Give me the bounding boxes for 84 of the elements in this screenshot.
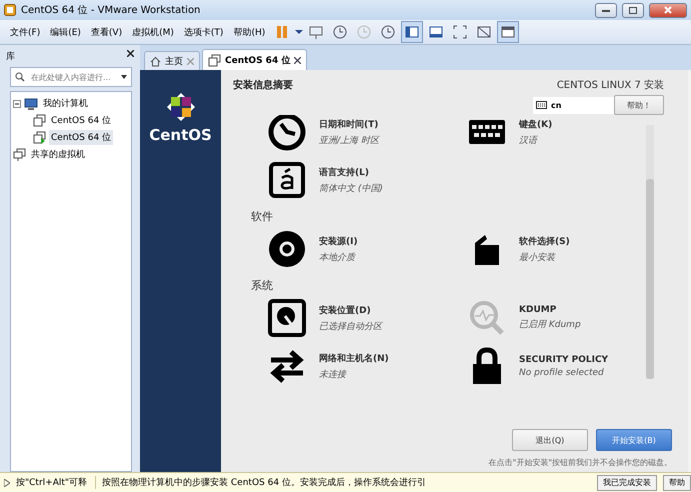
product-title: CENTOS LINUX 7 安装 <box>556 78 664 92</box>
install-message: 按照在物理计算机中的步骤安装 CentOS 64 位。安装完成后，操作系统会进行引 <box>102 476 427 489</box>
keyboard-icon <box>536 101 547 109</box>
virtual-machine-icon <box>208 54 221 66</box>
spoke-item[interactable]: 软件选择(S) 最小安装 <box>451 228 631 270</box>
app-icon <box>4 4 16 16</box>
tab[interactable]: 主页 <box>144 51 200 70</box>
library-title: 库 <box>6 50 15 63</box>
spoke-status: 已启用 Kdump <box>519 318 581 331</box>
menu-item[interactable]: 编辑(E) <box>46 24 85 40</box>
disc-icon <box>267 229 307 269</box>
spoke-title: KDUMP <box>519 305 558 315</box>
hint-button[interactable]: 帮助 <box>663 474 691 490</box>
spoke-title: SECURITY POLICY <box>519 354 608 364</box>
caret-icon[interactable] <box>295 29 304 35</box>
sidebar-view-icon[interactable] <box>401 21 424 43</box>
spoke-status: No profile selected <box>519 368 605 378</box>
quit-button[interactable]: 退出(Q) <box>512 429 588 451</box>
search-input[interactable]: 在此处键入内容进行... <box>29 72 117 82</box>
window-view-icon[interactable] <box>497 21 520 43</box>
tree-item[interactable]: 我的计算机 <box>41 96 90 111</box>
search-field[interactable]: 在此处键入内容进行... <box>10 67 132 87</box>
minimize-button[interactable] <box>595 2 617 18</box>
menu-item[interactable]: 查看(V) <box>86 24 126 40</box>
tab[interactable]: CentOS 64 位 <box>202 49 308 70</box>
caret-icon[interactable] <box>121 75 127 79</box>
page-title: 安装信息摘要 <box>233 78 293 93</box>
window-title: CentOS 64 位 - VMware Workstation <box>21 4 202 17</box>
spoke-status: 亚洲/上海 时区 <box>319 134 379 146</box>
tree-item[interactable]: CentOS 64 位 <box>49 113 114 128</box>
maximize-button[interactable] <box>622 2 644 18</box>
maximize-icon <box>629 6 637 14</box>
language-icon <box>267 160 307 200</box>
hint-text: 按"Ctrl+Alt"可释 <box>16 476 96 489</box>
keyboard-layout-field[interactable]: cn <box>533 96 614 114</box>
menu-item[interactable]: 文件(F) <box>6 24 44 40</box>
spoke-status: 简体中文 (中国) <box>319 182 383 194</box>
menu-item[interactable]: 选项卡(T) <box>180 24 228 40</box>
virtual-machine-icon <box>33 114 46 127</box>
menu-item[interactable]: 虚拟机(M) <box>128 24 178 40</box>
spoke-title: 网络和主机名(N) <box>319 352 389 364</box>
spoke-status: 最小安装 <box>519 252 557 264</box>
section-heading: 系统 <box>251 278 274 293</box>
spoke-item[interactable]: 安装位置(D) 已选择自动分区 <box>251 297 451 339</box>
spoke-item[interactable]: SECURITY POLICY No profile selected <box>451 345 631 387</box>
disk-note: 在点击"开始安装"按钮前我们并不会操作您的磁盘。 <box>488 457 672 468</box>
close-icon[interactable] <box>294 56 302 64</box>
play-icon <box>4 478 10 486</box>
home-icon <box>150 56 161 66</box>
spoke-status: 未连接 <box>319 368 348 380</box>
collapse-icon[interactable] <box>13 100 21 108</box>
search-icon <box>15 72 25 82</box>
spoke-item[interactable]: 网络和主机名(N) 未连接 <box>251 345 451 387</box>
spoke-item[interactable]: 语言支持(L) 简体中文 (中国) <box>251 159 451 201</box>
spoke-status: 汉语 <box>519 134 539 146</box>
computer-icon <box>24 98 38 110</box>
spoke-status: 本地介质 <box>319 252 357 264</box>
minimize-icon <box>602 8 610 12</box>
clock-icon <box>267 115 307 152</box>
close-icon <box>664 6 672 14</box>
tree-item[interactable]: 共享的虚拟机 <box>29 147 87 162</box>
shared-machines-icon <box>13 148 26 161</box>
spoke-item[interactable]: 日期和时间(T) 亚洲/上海 时区 <box>251 115 451 153</box>
section-heading: 软件 <box>251 209 274 224</box>
spoke-title: 安装源(I) <box>319 235 358 248</box>
spoke-item[interactable]: 键盘(K) 汉语 <box>451 115 631 153</box>
logo-icon <box>166 92 196 122</box>
menu-item[interactable]: 帮助(H) <box>229 24 270 40</box>
spoke-title: 日期和时间(T) <box>319 118 379 130</box>
spoke-title: 键盘(K) <box>519 118 552 130</box>
close-icon[interactable] <box>127 50 134 57</box>
spoke-title: 安装位置(D) <box>319 304 372 316</box>
brand-name: CentOS <box>149 126 212 144</box>
running-machine-icon <box>33 131 46 144</box>
help-button[interactable]: 帮助！ <box>614 95 664 115</box>
hint-button[interactable]: 我已完成安装 <box>597 474 657 490</box>
scrollbar[interactable] <box>646 125 654 379</box>
close-button[interactable] <box>649 2 687 18</box>
spoke-status: 已选择自动分区 <box>319 320 382 332</box>
scrollbar-thumb[interactable] <box>646 179 654 379</box>
spoke-item[interactable]: 安装源(I) 本地介质 <box>251 228 451 270</box>
spoke-title: 软件选择(S) <box>519 235 570 248</box>
spoke-title: 语言支持(L) <box>319 166 370 178</box>
tree-item[interactable]: CentOS 64 位 <box>49 130 114 145</box>
